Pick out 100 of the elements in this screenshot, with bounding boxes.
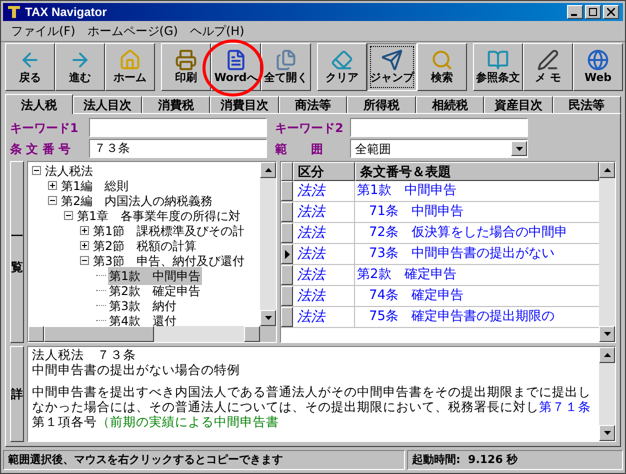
menu-item[interactable]: ホームページ(G) xyxy=(81,22,184,40)
tab[interactable]: 法人目次 xyxy=(73,96,142,113)
status-time: 起動時間: 9.126 秒 xyxy=(407,450,623,470)
app-icon xyxy=(7,5,21,19)
row-header[interactable] xyxy=(281,223,293,243)
table-cell-text: 72条 仮決算をした場合の中間申 xyxy=(368,224,569,242)
toolbar-button[interactable]: クリア xyxy=(317,43,367,91)
up-arrow-icon[interactable] xyxy=(264,168,272,172)
toolbar-button[interactable]: ジャンプ xyxy=(367,43,417,91)
window-title: TAX Navigator xyxy=(25,4,107,21)
scrollbar[interactable] xyxy=(599,347,615,441)
expand-box-icon[interactable] xyxy=(80,226,89,235)
tree-item[interactable]: 第1款 中間申告 xyxy=(108,266,202,284)
tree-item[interactable]: 第3款 納付 xyxy=(108,296,178,314)
row-header[interactable] xyxy=(281,181,293,201)
toolbar-button[interactable]: メ モ xyxy=(523,43,573,91)
toolbar-button[interactable]: 全て開く xyxy=(261,43,311,91)
table-cell: 法法 xyxy=(293,286,355,306)
toolbar-button[interactable]: 参照条文 xyxy=(473,43,523,91)
field-label: 範 囲 xyxy=(274,140,324,158)
menu-item[interactable]: ファイル(F) xyxy=(5,22,82,40)
expand-box-icon[interactable] xyxy=(48,181,57,190)
menu-item[interactable]: ヘルプ(H) xyxy=(184,22,250,40)
maximize-button[interactable] xyxy=(585,5,601,19)
document-icon xyxy=(225,49,247,72)
tree-item[interactable]: 法人税法 xyxy=(44,162,94,180)
scrollbar[interactable] xyxy=(260,162,276,326)
horizontal-scrollbar[interactable] xyxy=(28,326,276,342)
tree-item[interactable]: 第3節 申告、納付及び還付 xyxy=(92,252,246,270)
minimize-button[interactable] xyxy=(567,5,583,19)
toolbar-button[interactable]: Web xyxy=(573,43,623,91)
detail-heading: 法人税法 ７３条 xyxy=(32,347,137,362)
toolbar-button[interactable]: ホーム xyxy=(105,43,155,91)
tab[interactable]: 消費目次 xyxy=(210,96,279,113)
toolbar-button[interactable]: 進む xyxy=(55,43,105,91)
eraser-icon xyxy=(331,49,353,72)
tree-item[interactable]: 第1節 課税標準及びその計 xyxy=(92,222,246,240)
pen-icon xyxy=(537,49,559,72)
tab[interactable]: 資産目次 xyxy=(484,96,552,113)
scrollbar[interactable] xyxy=(599,162,615,342)
article-link[interactable]: 第７１条 xyxy=(539,399,591,414)
row-header[interactable] xyxy=(281,307,293,327)
dropdown[interactable]: 全範囲 xyxy=(350,139,528,158)
close-icon[interactable] xyxy=(607,8,615,16)
down-arrow-icon[interactable] xyxy=(604,431,610,435)
down-arrow-icon[interactable] xyxy=(604,332,610,336)
tree-item[interactable]: 第2節 税額の計算 xyxy=(92,236,198,254)
table-cell: 法法 xyxy=(293,223,355,243)
table-cell: 法法 xyxy=(293,307,355,327)
tree-item[interactable]: 第1編 総則 xyxy=(60,176,130,194)
expand-box-icon[interactable] xyxy=(80,241,89,250)
maximize-icon[interactable] xyxy=(589,8,597,16)
table-cell: 法法 xyxy=(293,181,355,201)
row-header[interactable] xyxy=(281,286,293,306)
up-arrow-icon[interactable] xyxy=(604,168,610,172)
tab[interactable]: 消費税 xyxy=(142,96,210,113)
book-icon xyxy=(487,49,509,72)
search-icon xyxy=(431,49,453,72)
tab[interactable]: 法人税 xyxy=(5,94,74,114)
tab[interactable]: 商法等 xyxy=(278,96,348,113)
home-icon xyxy=(119,49,141,72)
toolbar-button[interactable]: Wordへ xyxy=(211,43,261,91)
collapse-box-icon[interactable] xyxy=(64,211,73,220)
field-label: キーワード1 xyxy=(10,120,80,136)
row-header[interactable] xyxy=(281,265,293,285)
tree-item[interactable]: 第2款 確定申告 xyxy=(108,282,202,300)
toolbar-button[interactable]: 印刷 xyxy=(161,43,211,91)
row-header[interactable] xyxy=(281,202,293,222)
table-cell: 法法 xyxy=(293,265,355,285)
table-cell-text: 第2款 確定申告 xyxy=(356,266,458,284)
table-cell-text: 71条 中間申告 xyxy=(368,203,465,221)
down-arrow-icon[interactable] xyxy=(264,316,272,320)
row-header[interactable] xyxy=(281,244,293,264)
input-field[interactable] xyxy=(89,118,267,137)
collapse-box-icon[interactable] xyxy=(48,196,57,205)
tree-item[interactable]: 第4款 還付 xyxy=(108,312,178,326)
toolbar-button[interactable]: 検索 xyxy=(417,43,467,91)
current-row-pointer-icon xyxy=(284,250,290,258)
globe-icon xyxy=(587,49,609,72)
table-cell-text: 74条 確定申告 xyxy=(368,287,465,305)
column-header[interactable]: 条文番号＆表題 xyxy=(355,162,599,181)
tree-item[interactable]: 第1章 各事業年度の所得に対 xyxy=(76,206,242,224)
input-field[interactable]: ７３条 xyxy=(89,139,267,158)
collapse-box-icon[interactable] xyxy=(32,166,41,175)
collapse-box-icon[interactable] xyxy=(80,256,89,265)
tree-item[interactable]: 第2編 内国法人の納税義務 xyxy=(60,192,214,210)
toolbar-button[interactable]: 戻る xyxy=(5,43,55,91)
tab[interactable]: 所得税 xyxy=(347,96,416,113)
documents-icon xyxy=(275,49,297,72)
column-header[interactable]: 区分 xyxy=(293,162,355,181)
plane-icon xyxy=(381,49,403,72)
up-arrow-icon[interactable] xyxy=(604,353,610,357)
close-button[interactable] xyxy=(603,5,619,19)
side-label: 詳 xyxy=(10,346,24,442)
tab[interactable]: 相続税 xyxy=(416,96,484,113)
input-field[interactable] xyxy=(350,118,528,137)
side-label: 一覧 xyxy=(10,161,24,343)
printer-icon xyxy=(175,49,197,72)
tab[interactable]: 民法等 xyxy=(552,96,621,113)
annotation-circle xyxy=(202,39,264,97)
